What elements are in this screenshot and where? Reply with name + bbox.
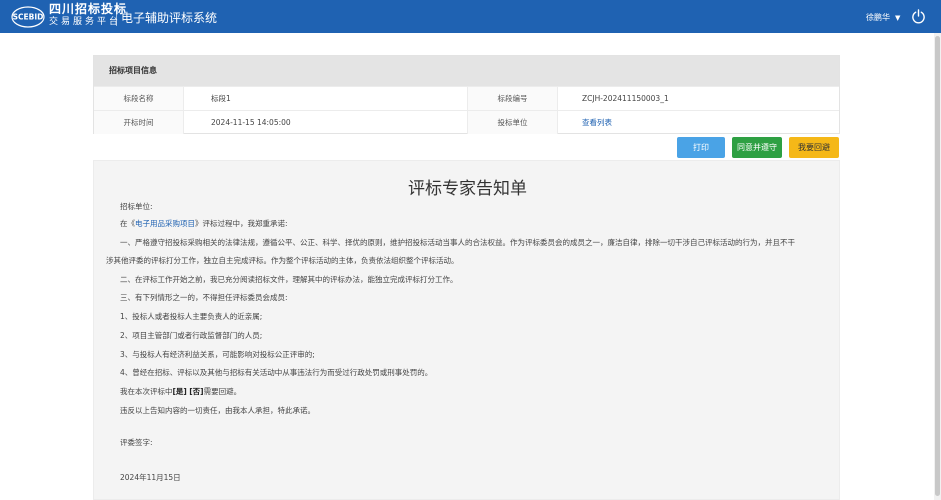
clause-1-line1: 一、严格遵守招投标采购相关的法律法规，遵循公平、公正、科学、择优的原则，维护招投… <box>120 238 795 247</box>
user-menu[interactable]: 徐鹏华 ▼ <box>866 12 900 23</box>
top-bar: SCEBID 四川招标投标 交易服务平台 电子辅助评标系统 徐鹏华 ▼ <box>0 0 941 33</box>
bid-info-title: 招标项目信息 <box>94 56 839 86</box>
info-row: 标段名称 标段1 标段编号 ZCJH-202411150003_1 <box>94 86 839 110</box>
bidder-list-cell: 查看列表 <box>558 111 839 134</box>
header-divider <box>116 8 117 26</box>
svg-text:SCEBID: SCEBID <box>13 13 44 22</box>
chevron-down-icon: ▼ <box>895 14 901 22</box>
value-section-name: 标段1 <box>184 87 468 110</box>
avoid-suffix: 需要回避。 <box>203 387 242 396</box>
responsibility-statement: 违反以上告知内容的一切责任，由我本人承担，特此承诺。 <box>120 406 315 415</box>
list-item: 1、投标人或者投标人主要负责人的近亲属; <box>120 312 263 321</box>
avoid-yes-option: [是] <box>172 387 187 396</box>
signature-label: 评委签字: <box>120 438 153 447</box>
addressee: 招标单位: <box>120 202 153 211</box>
list-item: 3、与投标人有经济利益关系，可能影响对投标公正评审的; <box>120 350 315 359</box>
label-section-code: 标段编号 <box>468 87 558 110</box>
intro-prefix: 在《 <box>120 219 135 228</box>
avoidance-statement: 我在本次评标中[是] [否]需要回避。 <box>120 387 241 397</box>
intro-paragraph: 在《电子用品采购项目》评标过程中，我郑重承诺: <box>120 219 288 229</box>
list-item: 4、曾经在招标、评标以及其他与招标有关活动中从事违法行为而受过行政处罚或刑事处罚… <box>120 368 433 377</box>
label-bidder: 投标单位 <box>468 111 558 134</box>
print-button[interactable]: 打印 <box>677 137 725 158</box>
notice-document: 评标专家告知单 招标单位: 在《电子用品采购项目》评标过程中，我郑重承诺: 一、… <box>93 160 840 500</box>
project-name: 电子用品采购项目 <box>135 219 195 228</box>
clause-1-line2: 涉其他评委的评标打分工作，独立自主完成评标。作为整个评标活动的主体，负责依法组织… <box>106 256 459 265</box>
bid-info-panel: 招标项目信息 标段名称 标段1 标段编号 ZCJH-202411150003_1… <box>93 55 840 134</box>
document-title: 评标专家告知单 <box>408 179 527 199</box>
user-name: 徐鹏华 <box>866 13 890 22</box>
avoid-prefix: 我在本次评标中 <box>120 387 173 396</box>
intro-suffix: 》评标过程中，我郑重承诺: <box>195 219 288 228</box>
avoid-button[interactable]: 我要回避 <box>789 137 839 158</box>
value-open-time: 2024-11-15 14:05:00 <box>184 111 468 134</box>
clause-2: 二、在评标工作开始之前，我已充分阅读招标文件，理解其中的评标办法，能独立完成评标… <box>120 275 458 284</box>
scebid-logo-icon: SCEBID <box>11 6 45 28</box>
view-bidder-list-link[interactable]: 查看列表 <box>582 118 612 127</box>
scrollbar-thumb[interactable] <box>935 36 940 496</box>
value-section-code: ZCJH-202411150003_1 <box>582 94 669 103</box>
label-open-time: 开标时间 <box>94 111 184 134</box>
agree-button[interactable]: 同意并遵守 <box>732 137 782 158</box>
document-date: 2024年11月15日 <box>120 473 181 482</box>
info-row: 开标时间 2024-11-15 14:05:00 投标单位 查看列表 <box>94 110 839 134</box>
label-section-name: 标段名称 <box>94 87 184 110</box>
list-item: 2、项目主管部门或者行政监督部门的人员; <box>120 331 263 340</box>
system-title: 电子辅助评标系统 <box>121 11 218 25</box>
power-icon[interactable] <box>911 9 926 24</box>
avoid-no-option: [否] <box>189 387 204 396</box>
clause-3: 三、有下列情形之一的，不得担任评标委员会成员: <box>120 293 288 302</box>
